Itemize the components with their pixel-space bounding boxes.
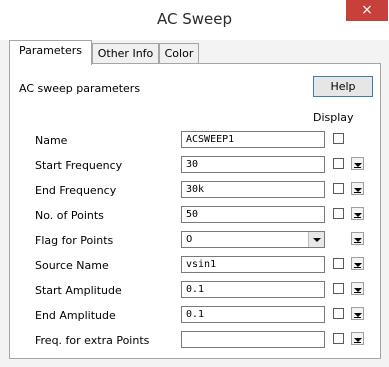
start-frequency-label: Start Frequency — [35, 159, 123, 172]
ac-sweep-dialog: AC Sweep × Parameters Other Info Color A… — [0, 0, 389, 367]
name-label: Name — [35, 134, 68, 147]
section-title: AC sweep parameters — [19, 82, 141, 95]
start-amplitude-dropdown-icon[interactable] — [351, 282, 364, 295]
extra-points-field[interactable] — [181, 331, 325, 348]
name-field[interactable]: ACSWEEP1 — [181, 131, 325, 148]
help-button[interactable]: Help — [313, 76, 373, 97]
window-title: AC Sweep — [156, 10, 232, 28]
num-points-label: No. of Points — [35, 209, 104, 222]
end-amplitude-label: End Amplitude — [35, 309, 116, 322]
start-amplitude-display-checkbox[interactable] — [333, 283, 344, 294]
tab-color[interactable]: Color — [159, 43, 199, 63]
source-name-dropdown-icon[interactable] — [351, 257, 364, 270]
flag-points-label: Flag for Points — [35, 234, 114, 247]
title-bar: AC Sweep × — [0, 0, 389, 40]
num-points-field[interactable]: 50 — [181, 206, 325, 223]
close-button[interactable]: × — [346, 0, 388, 21]
tab-label: Other Info — [97, 47, 154, 60]
source-name-field[interactable]: vsin1 — [181, 256, 325, 273]
source-name-display-checkbox[interactable] — [333, 258, 344, 269]
tab-label: Color — [164, 47, 194, 60]
end-frequency-display-checkbox[interactable] — [333, 183, 344, 194]
end-amplitude-display-checkbox[interactable] — [333, 308, 344, 319]
end-frequency-field[interactable]: 30k — [181, 181, 325, 198]
name-display-checkbox[interactable] — [333, 133, 344, 144]
extra-points-display-checkbox[interactable] — [333, 333, 344, 344]
num-points-display-checkbox[interactable] — [333, 208, 344, 219]
flag-points-select[interactable]: 0 — [181, 231, 325, 248]
start-frequency-dropdown-icon[interactable] — [351, 157, 364, 170]
end-amplitude-dropdown-icon[interactable] — [351, 307, 364, 320]
end-amplitude-field[interactable]: 0.1 — [181, 306, 325, 323]
display-header: Display — [313, 111, 354, 124]
start-frequency-field[interactable]: 30 — [181, 156, 325, 173]
extra-points-dropdown-icon[interactable] — [351, 332, 364, 345]
tab-other-info[interactable]: Other Info — [92, 43, 159, 63]
num-points-dropdown-icon[interactable] — [351, 207, 364, 220]
flag-points-dropdown-icon[interactable] — [351, 232, 364, 245]
close-icon: × — [361, 2, 373, 18]
chevron-down-icon[interactable] — [308, 232, 324, 247]
tab-parameters[interactable]: Parameters — [9, 40, 92, 65]
source-name-label: Source Name — [35, 259, 109, 272]
start-frequency-display-checkbox[interactable] — [333, 158, 344, 169]
end-frequency-dropdown-icon[interactable] — [351, 182, 364, 195]
extra-points-label: Freq. for extra Points — [35, 334, 150, 347]
flag-points-value: 0 — [186, 234, 193, 245]
tab-label: Parameters — [19, 44, 82, 57]
end-frequency-label: End Frequency — [35, 184, 117, 197]
start-amplitude-label: Start Amplitude — [35, 284, 122, 297]
start-amplitude-field[interactable]: 0.1 — [181, 281, 325, 298]
